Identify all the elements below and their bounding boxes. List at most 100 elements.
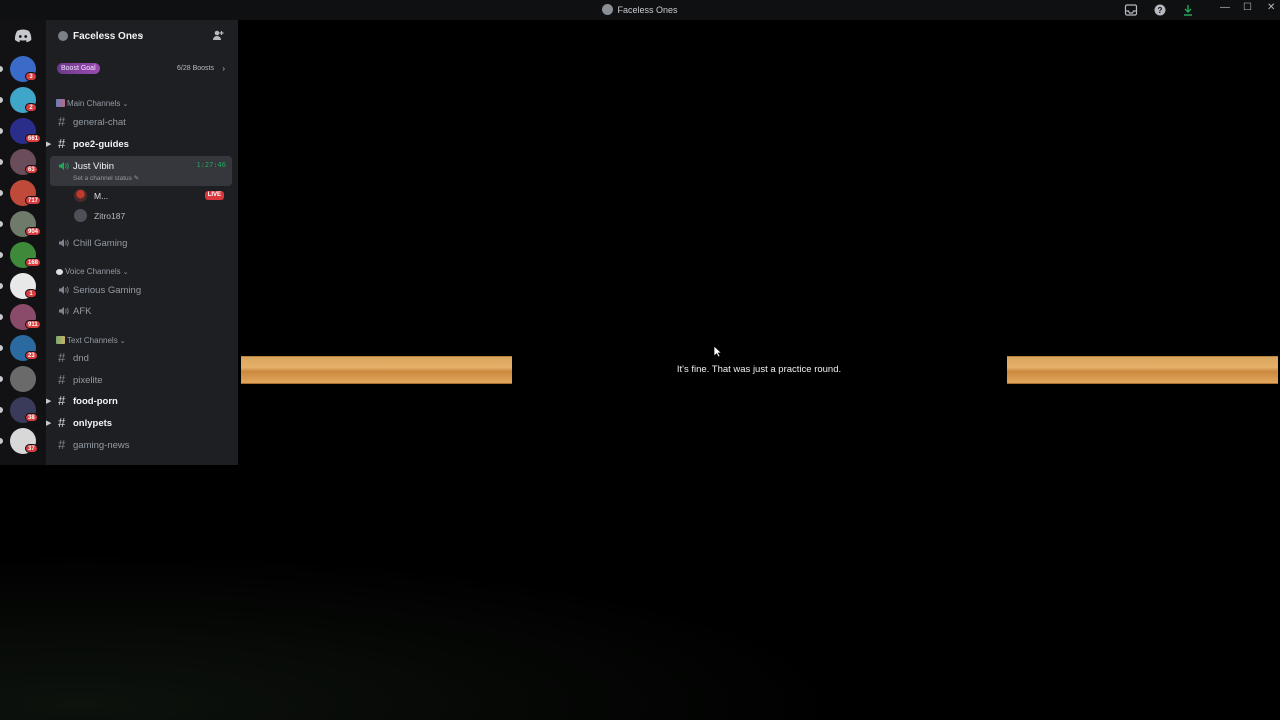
game-stream-view[interactable]: It's fine. That was just a practice roun… — [238, 20, 1280, 465]
game-dialogue-text: It's fine. That was just a practice roun… — [676, 364, 842, 375]
mention-badge: 1 — [25, 289, 37, 298]
mention-badge: 37 — [25, 444, 38, 453]
channel-label: pixelite — [73, 375, 103, 386]
boost-goal-bar[interactable]: Boost Goal 6/28 Boosts › — [54, 60, 228, 78]
unread-pill — [0, 314, 3, 320]
voice-user[interactable]: Zitro187 — [74, 208, 232, 224]
boost-goal-label: Boost Goal — [57, 63, 100, 74]
maximize-icon[interactable]: ☐ — [1243, 2, 1252, 13]
window-title: Faceless Ones — [0, 4, 1280, 15]
channel-dnd[interactable]: # dnd — [50, 348, 232, 368]
mention-badge: 2 — [25, 103, 37, 112]
minimize-icon[interactable]: — — [1220, 2, 1230, 13]
unread-pill — [0, 66, 3, 72]
server-icon — [602, 4, 614, 15]
title-bar: Faceless Ones ? — ☐ ✕ — [0, 0, 1280, 20]
hash-icon: # — [58, 437, 66, 452]
globe-icon — [58, 31, 68, 41]
mention-badge: 911 — [25, 320, 41, 329]
channel-pixelite[interactable]: # pixelite — [50, 370, 232, 390]
category-emoji-icon — [56, 99, 65, 107]
discord-home-icon[interactable] — [13, 28, 33, 44]
boost-count: 6/28 Boosts — [177, 65, 214, 72]
voice-user-name: Zitro187 — [94, 211, 126, 221]
mention-badge: 63 — [25, 165, 38, 174]
hash-icon: # — [58, 114, 66, 129]
chevron-down-icon: ⌄ — [119, 338, 126, 345]
channel-label: onlypets — [73, 418, 113, 429]
category-voice-channels[interactable]: Voice Channels ⌄ — [56, 267, 128, 276]
mention-badge: 38 — [25, 413, 38, 422]
hash-icon: # — [58, 350, 66, 365]
channel-label: Serious Gaming — [73, 285, 142, 296]
category-main-channels[interactable]: Main Channels ⌄ — [56, 99, 128, 108]
unread-pill — [0, 221, 3, 227]
channel-label: AFK — [73, 306, 92, 317]
chevron-down-icon: ⌄ — [138, 30, 145, 39]
category-label: Text Channels — [67, 336, 118, 345]
unread-pill — [0, 159, 3, 165]
app-window: Faceless Ones ? — ☐ ✕ 3 2 661 63 717 904 168 1 9… — [0, 0, 1280, 720]
thread-expand-icon[interactable]: ▶ — [46, 397, 51, 405]
hash-icon: # — [58, 136, 66, 151]
unread-pill — [0, 128, 3, 134]
voice-channel-serious-gaming[interactable]: Serious Gaming — [50, 280, 232, 300]
download-icon[interactable] — [1181, 3, 1195, 17]
channel-label: Just Vibin — [73, 161, 115, 172]
channel-general-chat[interactable]: # general-chat — [50, 112, 232, 132]
hash-icon: # — [58, 393, 66, 408]
unread-pill — [0, 190, 3, 196]
live-badge: LIVE — [204, 191, 224, 200]
mention-badge: 661 — [25, 134, 42, 143]
invite-user-icon[interactable] — [212, 29, 224, 41]
voice-timer: 1:27:46 — [196, 161, 226, 169]
server-rail: 3 2 661 63 717 904 168 1 911 23 38 37 — [0, 20, 46, 465]
voice-user-name: M... — [94, 191, 109, 201]
chevron-down-icon: ⌄ — [122, 101, 129, 108]
channel-label: Chill Gaming — [73, 238, 128, 249]
unread-pill — [0, 97, 3, 103]
category-label: Voice Channels — [65, 267, 121, 276]
hash-icon: # — [58, 415, 66, 430]
chevron-down-icon: ⌄ — [122, 269, 129, 276]
unread-pill — [0, 376, 3, 382]
voice-channel-just-vibin[interactable]: Just Vibin Set a channel status ✎ 1:27:4… — [50, 156, 232, 186]
mention-badge: 23 — [25, 351, 38, 360]
server-header[interactable]: Faceless Ones ⌄ — [46, 20, 238, 52]
mention-badge: 3 — [25, 72, 37, 81]
mention-badge: 717 — [25, 196, 42, 205]
channel-onlypets[interactable]: ▶ # onlypets — [46, 413, 232, 433]
unread-pill — [0, 283, 3, 289]
unread-pill — [0, 345, 3, 351]
speech-bubble-icon — [56, 269, 63, 275]
channel-label: dnd — [73, 353, 89, 364]
server-icon-11[interactable] — [10, 366, 36, 392]
channel-status[interactable]: Set a channel status ✎ — [73, 174, 139, 182]
server-name: Faceless Ones — [73, 31, 144, 42]
help-icon[interactable]: ? — [1153, 3, 1167, 17]
thread-expand-icon[interactable]: ▶ — [46, 140, 51, 148]
channel-gaming-news[interactable]: # gaming-news — [50, 435, 232, 455]
unread-pill — [0, 438, 3, 444]
dark-background-area — [0, 465, 1280, 720]
voice-user[interactable]: M... LIVE — [74, 188, 232, 204]
hash-icon: # — [58, 372, 66, 387]
speaker-icon — [59, 286, 69, 294]
unread-pill — [0, 252, 3, 258]
thread-expand-icon[interactable]: ▶ — [46, 419, 51, 427]
inbox-icon[interactable] — [1124, 3, 1138, 17]
avatar — [74, 189, 87, 202]
channel-food-porn[interactable]: ▶ # food-porn — [46, 391, 232, 411]
unread-pill — [0, 407, 3, 413]
channel-label: gaming-news — [73, 440, 130, 451]
channel-poe2-guides[interactable]: ▶ # poe2-guides — [46, 134, 232, 154]
mention-badge: 904 — [25, 227, 42, 236]
voice-channel-chill-gaming[interactable]: Chill Gaming — [50, 233, 232, 253]
voice-channel-afk[interactable]: AFK — [50, 301, 232, 321]
chevron-right-icon: › — [222, 64, 225, 73]
category-text-channels[interactable]: Text Channels ⌄ — [56, 336, 126, 345]
channel-label: food-porn — [73, 396, 118, 407]
close-icon[interactable]: ✕ — [1267, 2, 1275, 13]
category-emoji-icon — [56, 336, 65, 344]
channel-sidebar: Faceless Ones ⌄ Boost Goal 6/28 Boosts ›… — [46, 20, 238, 465]
